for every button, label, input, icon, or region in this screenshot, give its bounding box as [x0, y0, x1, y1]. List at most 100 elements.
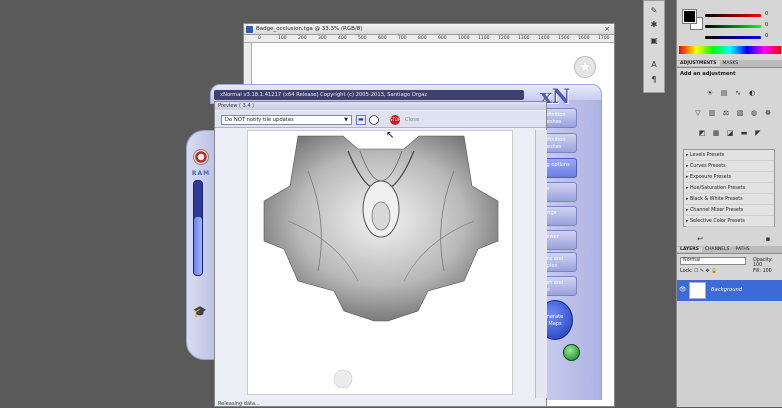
fill-value[interactable]: 100	[763, 269, 772, 274]
panel-options-icon[interactable]: ▪	[763, 234, 773, 244]
tool-strip: ✎ ✱ ▣ A ¶	[643, 0, 665, 93]
curves-icon[interactable]: ∿	[733, 88, 743, 98]
generate-maps-label: nerate Maps	[546, 314, 564, 327]
gradient-map-icon[interactable]: ▬	[739, 128, 749, 138]
character-icon[interactable]: A	[647, 59, 661, 70]
ruler-tick: 300	[318, 36, 327, 41]
lock-controls[interactable]: Lock: ☐ ✎ ✥ 🔒	[680, 269, 717, 274]
clone-source-icon[interactable]: ▣	[647, 35, 661, 46]
tab-layers[interactable]: LAYERS	[677, 247, 702, 252]
ram-meter-fill	[194, 217, 202, 275]
fit-view-icon[interactable]: ▬	[356, 115, 366, 125]
chevron-down-icon: ▼	[344, 117, 348, 123]
ambient-occlusion-map	[263, 135, 499, 389]
tab-adjustments[interactable]: ADJUSTMENTS	[677, 61, 720, 66]
list-item[interactable]: ▸ Selective Color Presets	[686, 217, 774, 227]
color-balance-icon[interactable]: ⚖	[721, 108, 731, 118]
exposure-icon[interactable]: ◐	[747, 88, 757, 98]
hat-icon[interactable]: 🎓	[193, 306, 209, 318]
black-white-icon[interactable]: ▧	[735, 108, 745, 118]
blend-mode-select[interactable]: Normal	[680, 257, 746, 265]
preview-canvas[interactable]	[247, 130, 513, 395]
ruler-tick: 800	[418, 36, 427, 41]
list-item[interactable]: ▸ Black & White Presets	[686, 195, 774, 205]
photoshop-panels: 0 0 0 ADJUSTMENTS MASKS Add an adjustment…	[676, 0, 782, 407]
badge-star-icon: ★	[574, 56, 596, 78]
paragraph-icon[interactable]: ¶	[647, 74, 661, 85]
layers-tabs: LAYERS CHANNELS PATHS	[677, 246, 782, 254]
ruler-tick: 1300	[518, 36, 530, 41]
brush-settings-icon[interactable]: ✱	[647, 19, 661, 30]
hue-saturation-icon[interactable]: ▥	[707, 108, 717, 118]
levels-icon[interactable]: ▤	[719, 88, 729, 98]
opacity-control[interactable]: Opacity: 100	[753, 258, 782, 268]
ruler-tick: 900	[438, 36, 447, 41]
layer-thumbnail	[689, 282, 706, 299]
ruler-tick: 0	[258, 36, 261, 41]
preview-toolbar: Do NOT notify tile updates ▼ ▬ STOP Clos…	[215, 111, 546, 128]
tile-notify-value: Do NOT notify tile updates	[225, 117, 294, 123]
status-orb-icon[interactable]	[563, 344, 580, 361]
circle-tool-icon[interactable]	[369, 115, 379, 125]
fill-control[interactable]: Fill: 100	[753, 269, 772, 274]
brightness-icon[interactable]: ☀	[705, 88, 715, 98]
red-value[interactable]: 0	[765, 11, 781, 17]
fill-label: Fill:	[753, 269, 762, 274]
list-item[interactable]: ▸ Exposure Presets	[686, 173, 774, 183]
ruler-tick: 1600	[578, 36, 590, 41]
vibrance-icon[interactable]: ▽	[693, 108, 703, 118]
adjustments-tabs: ADJUSTMENTS MASKS	[677, 60, 782, 68]
preview-window[interactable]: Preview ( 3.4 ) Do NOT notify tile updat…	[214, 101, 547, 407]
tab-masks[interactable]: MASKS	[720, 61, 742, 66]
blue-slider[interactable]	[705, 36, 761, 39]
preview-close-button[interactable]: Close	[405, 115, 429, 125]
horizontal-ruler: 0 100 200 300 400 500 600 700 800 900 1000 1100 1200…	[244, 35, 614, 43]
stop-icon[interactable]: STOP	[390, 115, 401, 125]
history-brush-icon[interactable]: ✎	[647, 5, 661, 16]
list-item[interactable]: ▸ Channel Mixer Presets	[686, 206, 774, 216]
adjustment-presets-list: ▸ Levels Presets ▸ Curves Presets ▸ Expo…	[683, 149, 775, 227]
preview-scrollbar[interactable]	[535, 130, 547, 398]
preview-title[interactable]: Preview ( 3.4 )	[215, 102, 546, 110]
ruler-tick: 500	[358, 36, 367, 41]
invert-icon[interactable]: ◩	[697, 128, 707, 138]
posterize-icon[interactable]: ▦	[711, 128, 721, 138]
tab-channels[interactable]: CHANNELS	[702, 247, 733, 252]
list-item[interactable]: ▸ Levels Presets	[686, 151, 774, 161]
ruler-tick: 1700	[598, 36, 610, 41]
green-value[interactable]: 0	[765, 22, 781, 28]
ruler-tick: 1200	[498, 36, 510, 41]
layers-empty-area	[677, 302, 782, 407]
ram-label: RAM	[191, 170, 211, 177]
tab-paths[interactable]: PATHS	[733, 247, 753, 252]
threshold-icon[interactable]: ◪	[725, 128, 735, 138]
color-swatches[interactable]	[681, 6, 705, 30]
blue-value[interactable]: 0	[765, 33, 781, 39]
tile-notify-select[interactable]: Do NOT notify tile updates ▼	[221, 115, 352, 125]
document-close-button[interactable]: ×	[603, 25, 611, 33]
ruler-tick: 1100	[478, 36, 490, 41]
ruler-tick: 200	[298, 36, 307, 41]
blend-mode-value: Normal	[683, 258, 701, 263]
list-item[interactable]: ▸ Hue/Saturation Presets	[686, 184, 774, 194]
green-slider[interactable]	[705, 25, 761, 28]
red-slider[interactable]	[705, 14, 761, 17]
document-title[interactable]: Badge_occlusion.tga @ 33.3% (RGB/8)	[244, 24, 614, 35]
table-row[interactable]: 👁 Background	[677, 280, 782, 301]
selective-color-icon[interactable]: ◤	[753, 128, 763, 138]
return-icon[interactable]: ↩	[695, 234, 705, 244]
opacity-value[interactable]: 100	[753, 263, 762, 268]
xnormal-title[interactable]: xNormal v3.18.1.41217 (x64 Release) Copy…	[214, 90, 524, 100]
ruler-tick: 1500	[558, 36, 570, 41]
adjustments-title: Add an adjustment	[680, 71, 736, 77]
ruler-tick: 100	[278, 36, 287, 41]
channel-mixer-icon[interactable]: ☸	[763, 108, 773, 118]
color-ramp[interactable]	[679, 46, 781, 54]
foreground-color-swatch[interactable]	[682, 9, 697, 24]
eye-icon[interactable]: 👁	[679, 286, 687, 294]
mouse-cursor-icon: ↖	[386, 130, 395, 141]
list-item[interactable]: ▸ Curves Presets	[686, 162, 774, 172]
stop-sign-icon	[193, 149, 209, 165]
photo-filter-icon[interactable]: ◍	[749, 108, 759, 118]
ruler-tick: 600	[378, 36, 387, 41]
